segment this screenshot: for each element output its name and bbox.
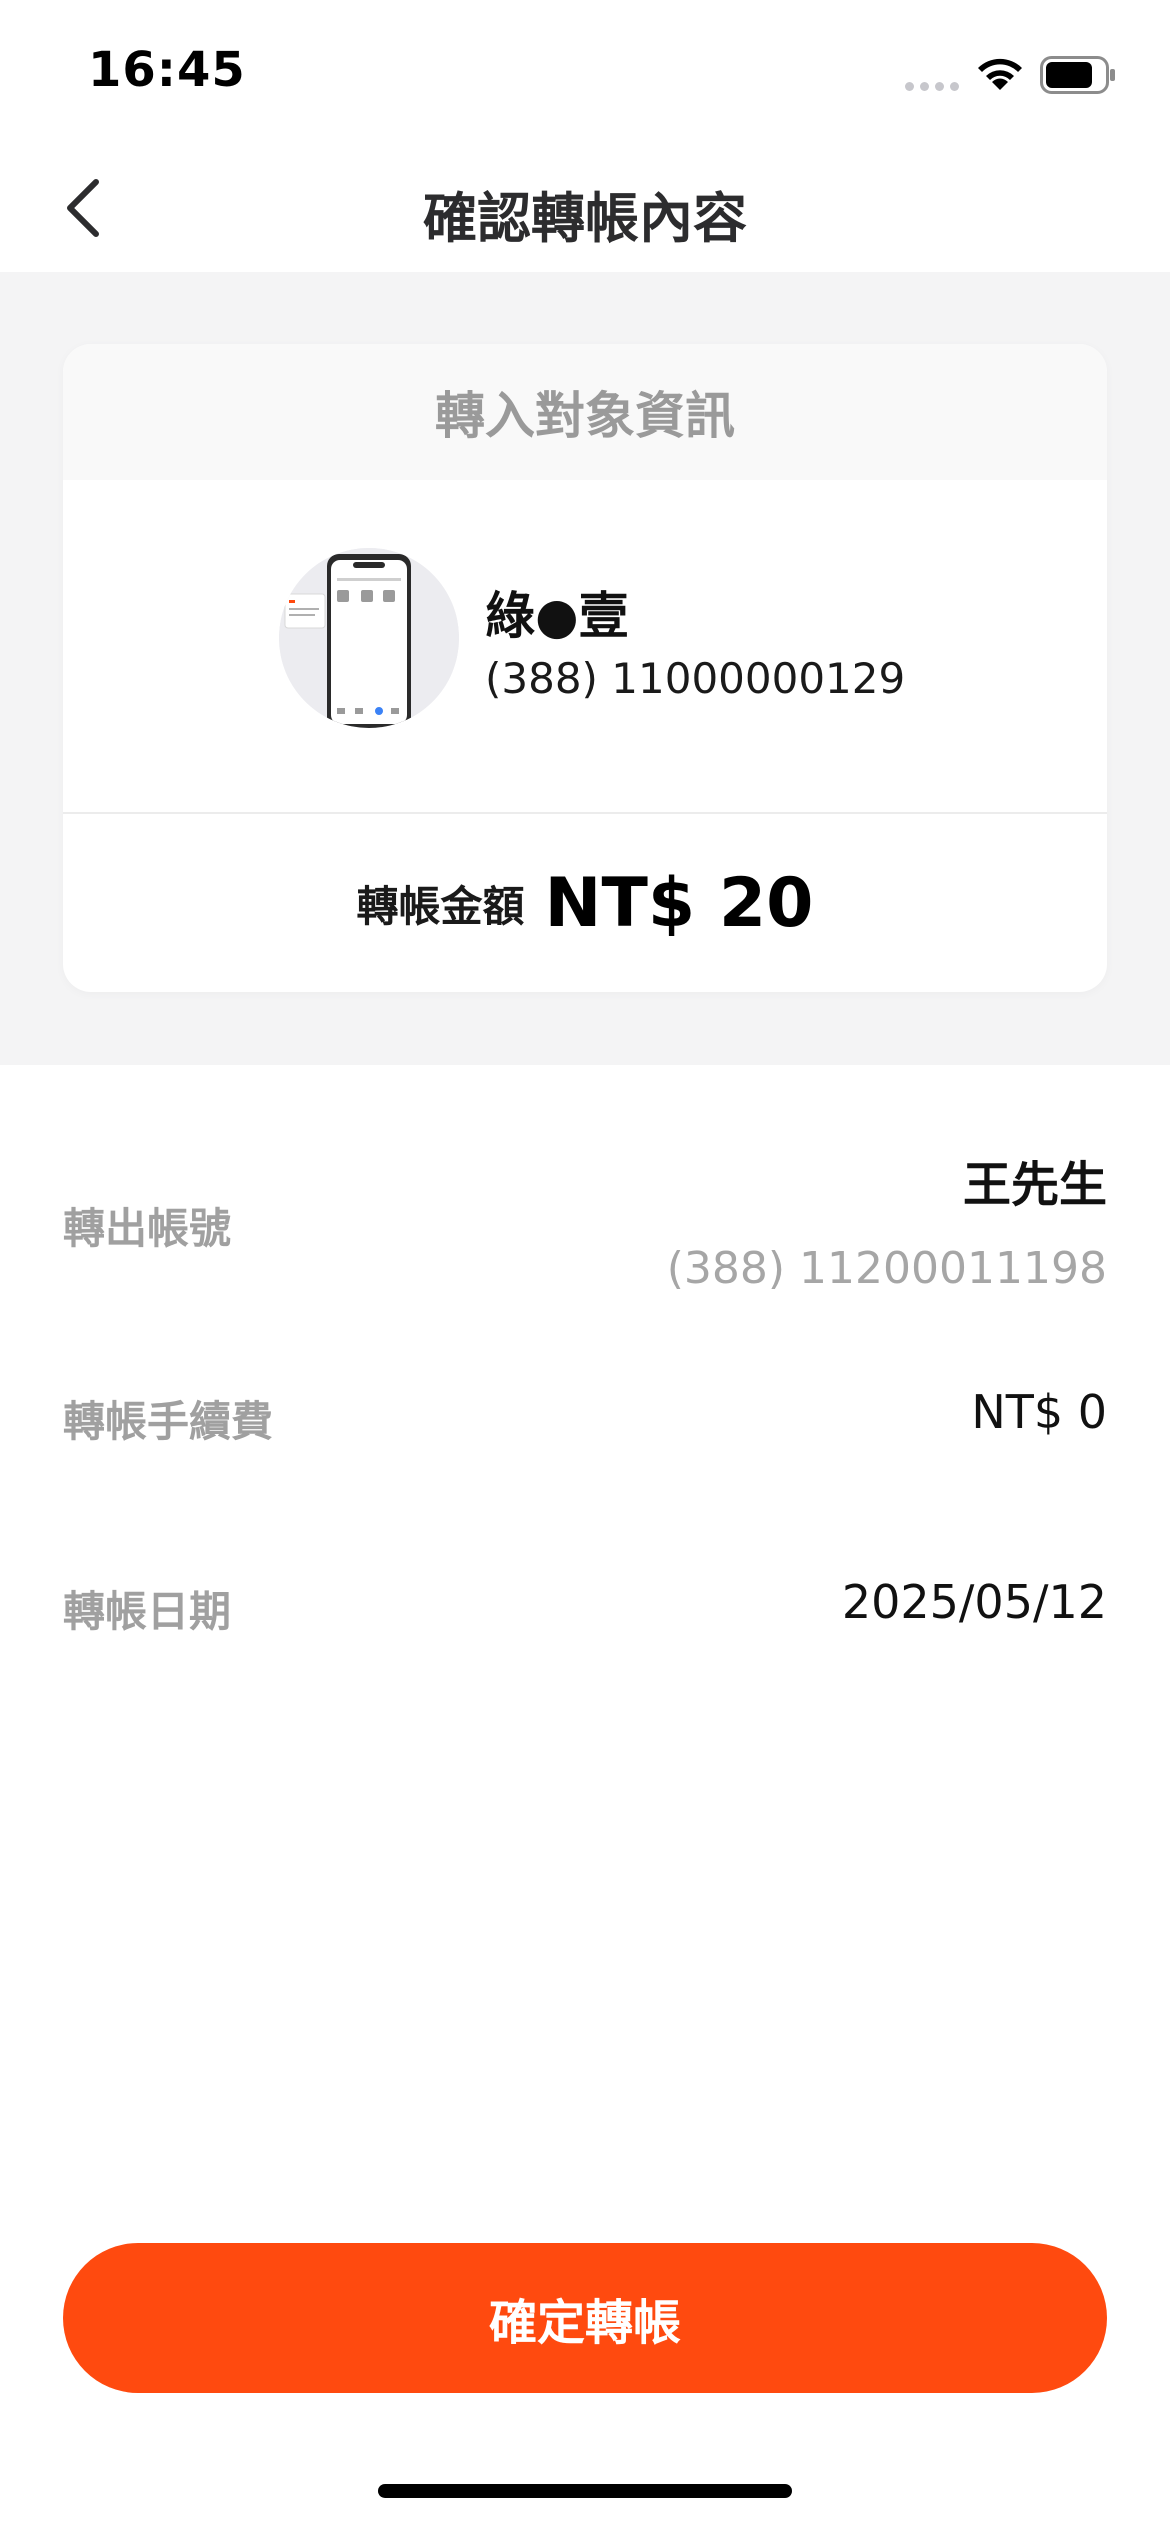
recipient-info: 綠●壹 (388) 11000000129 — [63, 480, 1107, 812]
fee-value: NT$ 0 — [971, 1385, 1107, 1439]
amount-row: 轉帳金額 NT$ 20 — [63, 814, 1107, 992]
card-header: 轉入對象資訊 — [63, 344, 1107, 480]
from-account-number: (388) 11200011198 — [666, 1243, 1107, 1294]
signal-icon — [905, 82, 959, 91]
avatar-image — [279, 548, 459, 728]
status-time: 16:45 — [88, 42, 246, 98]
page-title: 確認轉帳內容 — [423, 187, 747, 250]
home-indicator — [378, 2484, 792, 2498]
from-account-label: 轉出帳號 — [63, 1204, 232, 1253]
date-label: 轉帳日期 — [63, 1587, 232, 1636]
summary-section: 轉入對象資訊 綠●壹 (388) 11000000129 轉帳金額 NT$ 20 — [0, 272, 1170, 1065]
amount-label: 轉帳金額 — [356, 881, 525, 931]
amount-value: NT$ 20 — [544, 863, 814, 943]
from-account-name: 王先生 — [962, 1157, 1107, 1213]
status-bar: 16:45 — [0, 0, 1170, 150]
recipient-account: (388) 11000000129 — [485, 654, 906, 703]
battery-icon — [1040, 56, 1115, 94]
recipient-name: 綠●壹 — [485, 587, 629, 645]
nav-bar: 確認轉帳內容 — [0, 150, 1170, 272]
confirm-transfer-button[interactable]: 確定轉帳 — [63, 2243, 1107, 2393]
date-value: 2025/05/12 — [841, 1575, 1107, 1629]
wifi-icon — [978, 58, 1022, 90]
recipient-card: 轉入對象資訊 綠●壹 (388) 11000000129 轉帳金額 NT$ 20 — [63, 344, 1107, 992]
avatar — [279, 548, 459, 728]
fee-label: 轉帳手續費 — [63, 1397, 274, 1446]
